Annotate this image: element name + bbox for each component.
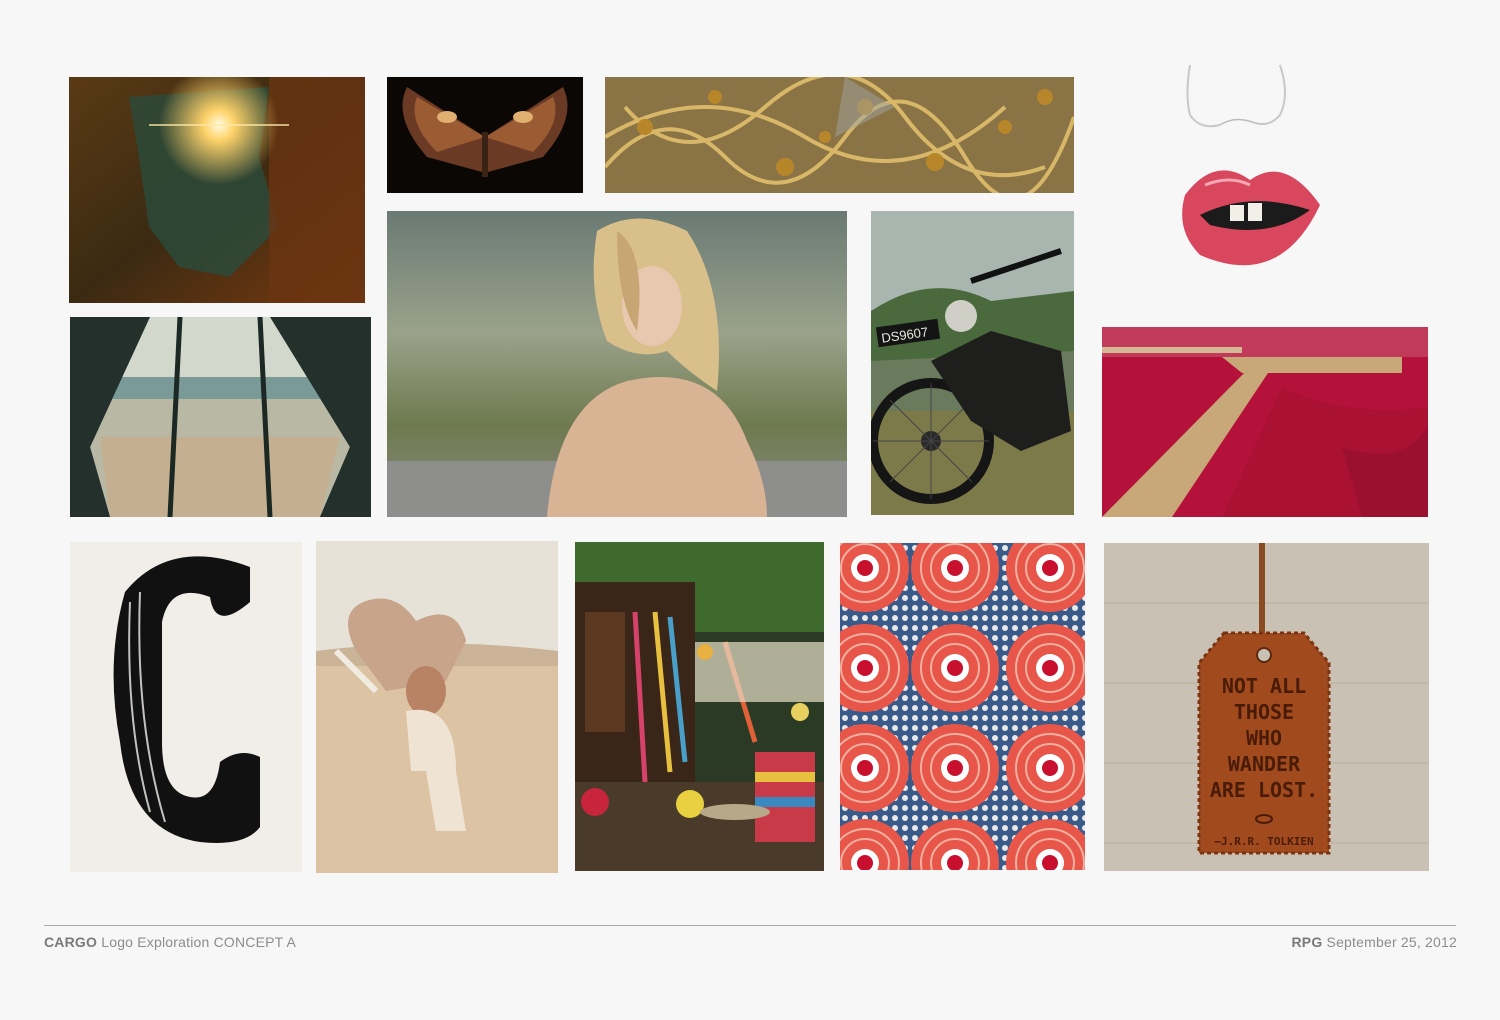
- red-beach-boardwalk-photo: [1102, 327, 1428, 517]
- sun-flare-photo: [69, 77, 365, 303]
- footer-divider: [44, 925, 1456, 926]
- tag-quote-line-3: WHO: [1246, 726, 1282, 750]
- footer-brand: CARGO: [44, 934, 98, 950]
- footer-agency: RPG: [1291, 934, 1323, 950]
- footer-date: September 25, 2012: [1326, 934, 1457, 950]
- footer-project: CARGO Logo Exploration CONCEPT A: [44, 934, 296, 950]
- tag-quote-line-4: WANDER: [1228, 752, 1301, 776]
- headdress-desert-photo: [316, 541, 558, 873]
- brush-letter-c-image: [70, 542, 302, 872]
- red-circle-pattern-image: [840, 543, 1085, 870]
- fur-coat-model-photo: [387, 211, 847, 517]
- tent-beach-photo: [70, 317, 371, 517]
- lips-illustration: [1160, 55, 1350, 295]
- tag-author: —J.R.R. TOLKIEN: [1214, 835, 1313, 848]
- garden-caravan-photo: [575, 542, 824, 871]
- gold-embroidery-photo: [605, 77, 1074, 193]
- footer-project-title: Logo Exploration CONCEPT A: [101, 934, 297, 950]
- tag-quote-line-1: NOT ALL: [1222, 674, 1306, 698]
- tag-quote-line-2: THOSE: [1234, 700, 1294, 724]
- moth-photo: [387, 77, 583, 193]
- vintage-motorcycle-photo: DS9607: [871, 211, 1074, 515]
- leather-luggage-tag-photo: NOT ALL THOSE WHO WANDER ARE LOST. —J.R.…: [1104, 543, 1429, 871]
- footer-meta: RPG September 25, 2012: [1291, 934, 1457, 950]
- tag-quote-line-5: ARE LOST.: [1210, 778, 1318, 802]
